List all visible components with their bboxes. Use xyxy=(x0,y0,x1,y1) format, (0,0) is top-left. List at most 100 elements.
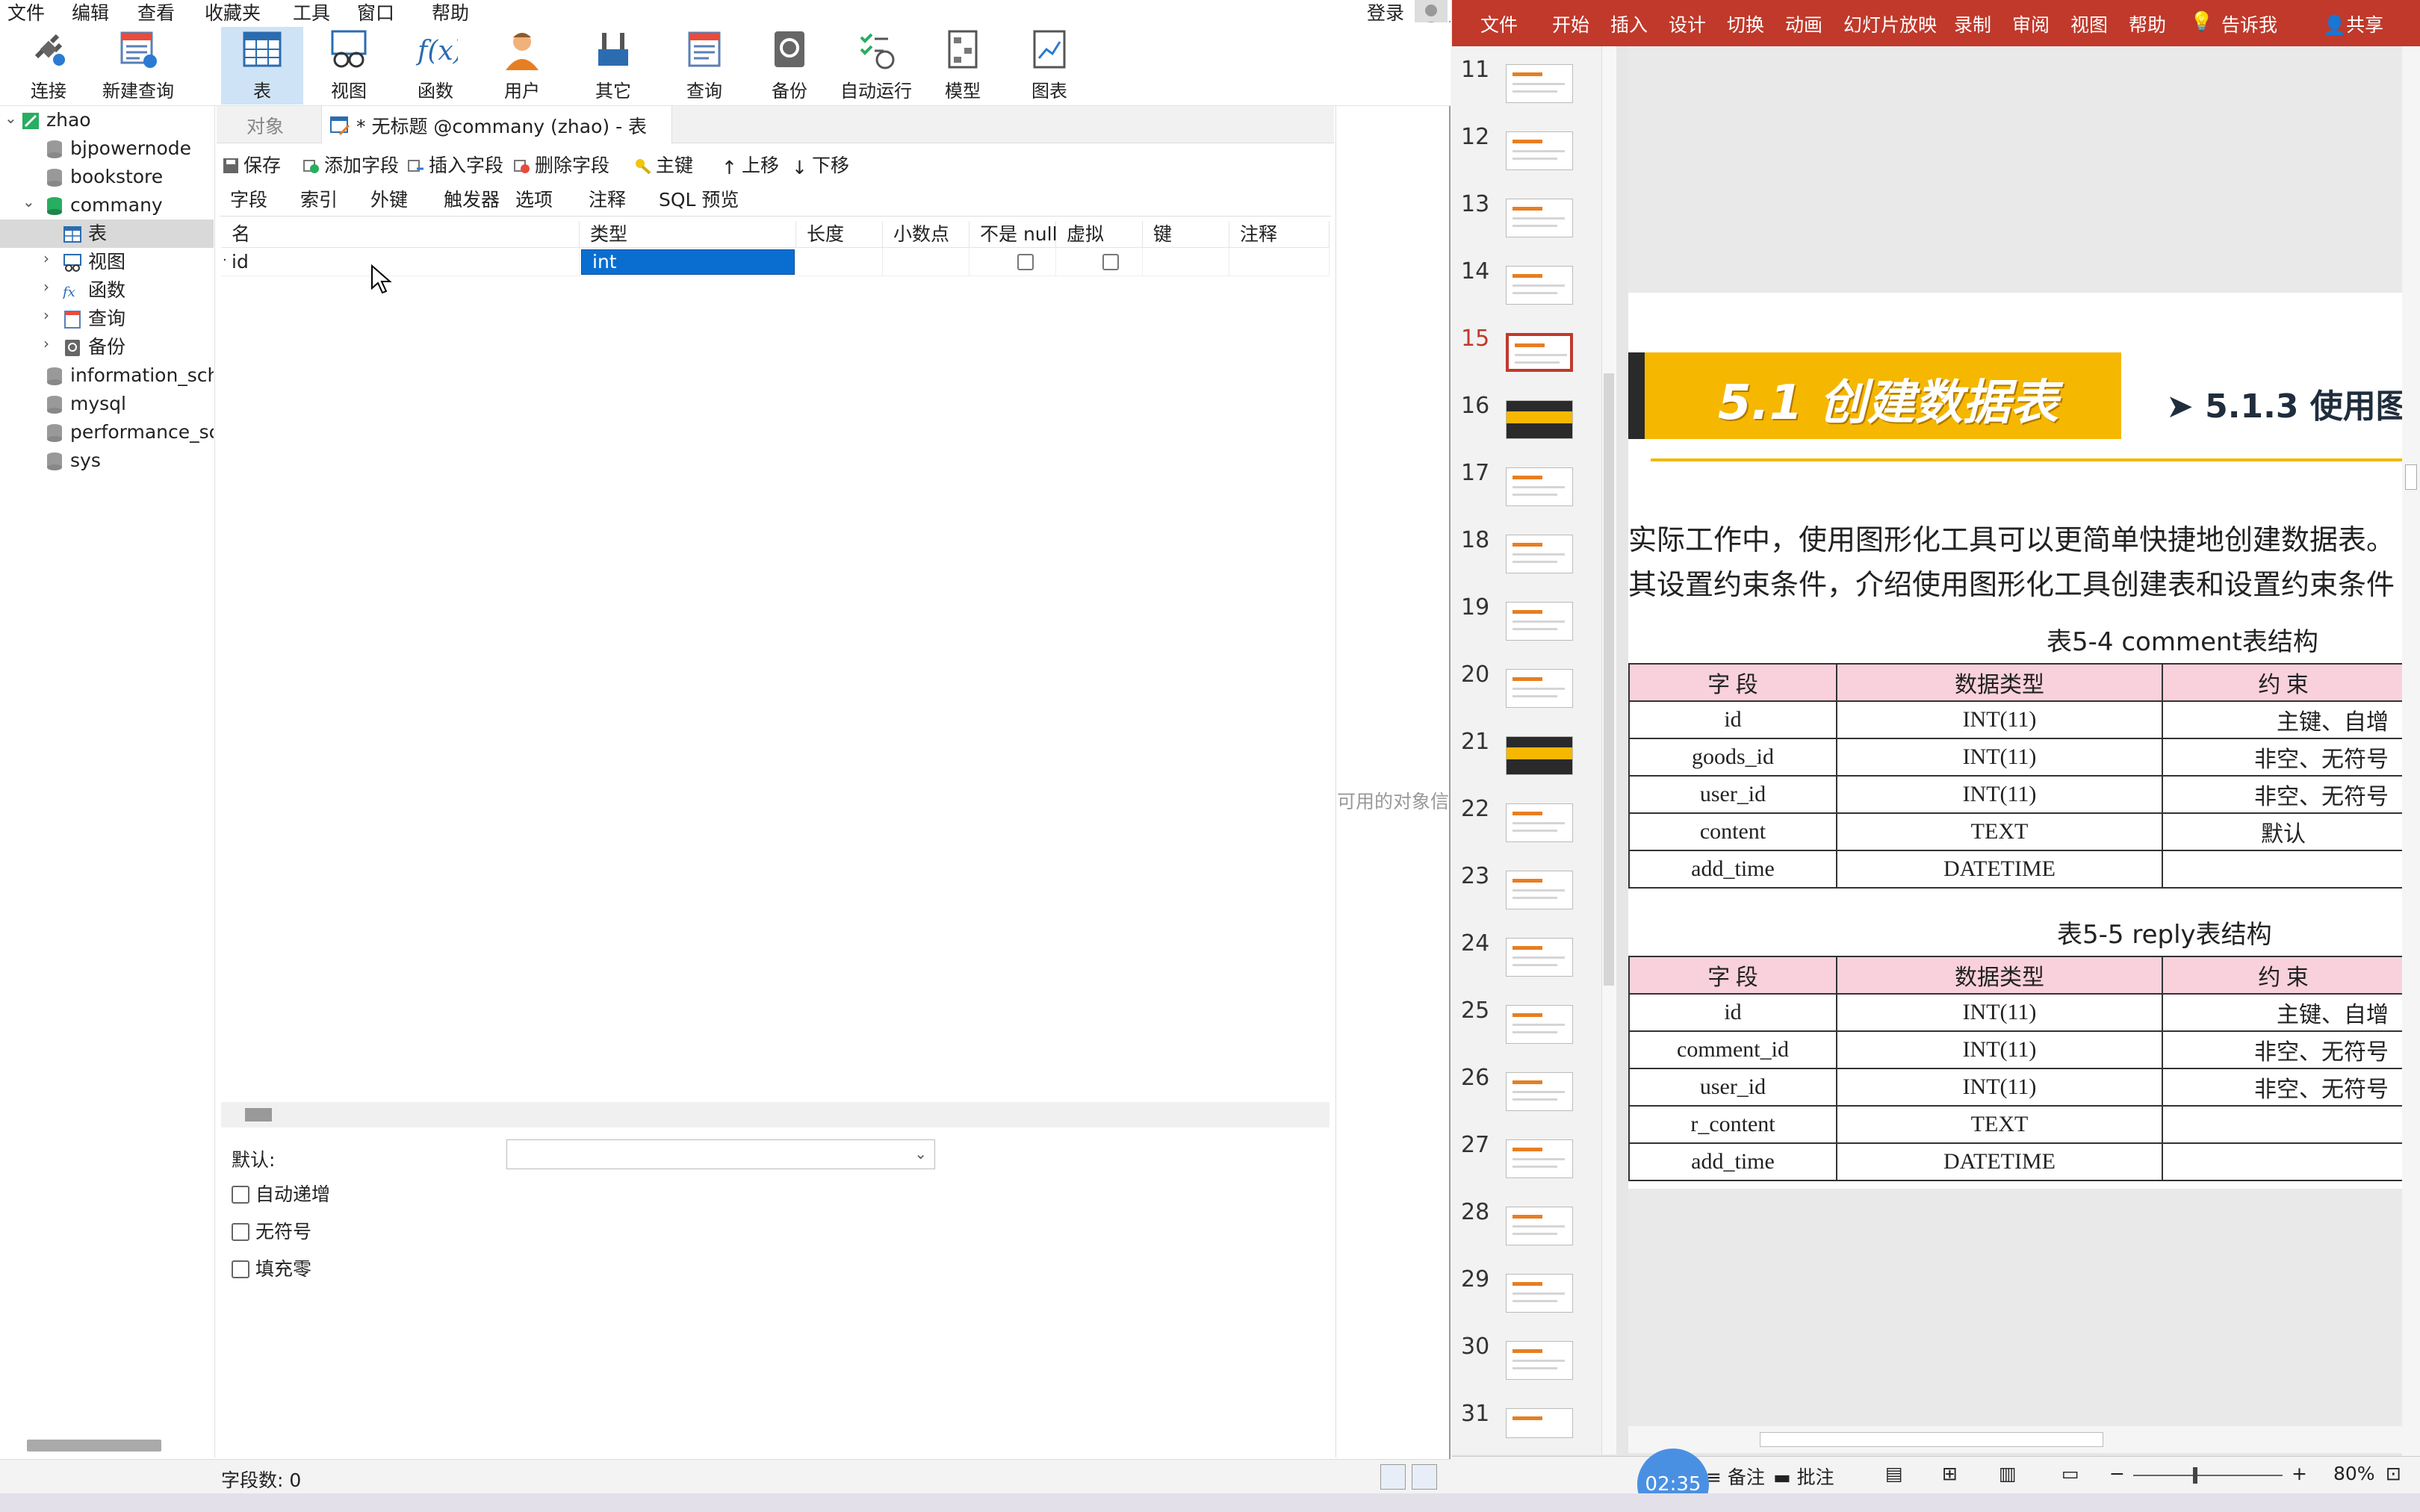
tree-db-bjpowernode[interactable]: bjpowernode xyxy=(45,134,209,163)
chevron-right-icon[interactable]: › xyxy=(43,249,49,267)
tab-options[interactable]: 选项 xyxy=(515,185,553,212)
auto-increment-checkbox[interactable] xyxy=(232,1186,249,1204)
table-button[interactable]: 表 xyxy=(221,27,303,105)
slide-thumbnail[interactable] xyxy=(1506,1341,1573,1380)
col-header-virtual[interactable]: 虚拟 xyxy=(1056,221,1143,248)
ribbon-home[interactable]: 开始 xyxy=(1552,10,1589,37)
slide-thumbnail[interactable] xyxy=(1506,1072,1573,1111)
menu-window[interactable]: 窗口 xyxy=(357,0,394,25)
ribbon-file[interactable]: 文件 xyxy=(1480,10,1518,37)
zoom-in-icon[interactable]: + xyxy=(2292,1463,2307,1484)
slide-thumbnail[interactable] xyxy=(1506,938,1573,977)
slide-thumbnail[interactable] xyxy=(1506,871,1573,909)
default-value-select[interactable]: ⌄ xyxy=(506,1139,935,1169)
col-header-key[interactable]: 键 xyxy=(1143,221,1229,248)
slide-thumbnail[interactable] xyxy=(1506,64,1573,103)
chevron-down-icon[interactable]: ⌄ xyxy=(4,109,17,127)
query-button[interactable]: 查询 xyxy=(663,27,745,105)
move-up-button[interactable]: ↑ 上移 xyxy=(722,151,779,178)
user-button[interactable]: 用户 xyxy=(481,27,563,105)
other-button[interactable]: 其它 xyxy=(572,27,654,105)
virtual-checkbox[interactable] xyxy=(1102,254,1119,270)
backup-button[interactable]: 备份 xyxy=(748,27,831,105)
ribbon-animations[interactable]: 动画 xyxy=(1785,10,1822,37)
view-button[interactable]: 视图 xyxy=(308,27,390,105)
col-header-type[interactable]: 类型 xyxy=(580,221,796,248)
tree-db-sys[interactable]: sys xyxy=(45,447,214,475)
tree-db-bookstore[interactable]: bookstore xyxy=(45,163,209,191)
tree-functions[interactable]: fx 函数 xyxy=(63,276,212,305)
zoom-slider-thumb[interactable] xyxy=(2193,1467,2197,1484)
login-link[interactable]: 登录 xyxy=(1367,0,1404,25)
not-null-checkbox[interactable] xyxy=(1017,254,1034,270)
menu-tools[interactable]: 工具 xyxy=(293,0,330,25)
primary-key-button[interactable]: 主键 xyxy=(635,151,693,178)
slide-thumbnail[interactable] xyxy=(1506,669,1573,708)
ribbon-record[interactable]: 录制 xyxy=(1954,10,1991,37)
scrollbar-thumb[interactable] xyxy=(1760,1432,2103,1447)
insert-field-button[interactable]: 插入字段 xyxy=(408,151,503,178)
ribbon-transitions[interactable]: 切换 xyxy=(1727,10,1764,37)
tree-views[interactable]: 视图 xyxy=(63,248,212,276)
menu-favorites[interactable]: 收藏夹 xyxy=(205,0,261,25)
tab-foreign-keys[interactable]: 外键 xyxy=(370,185,408,212)
slide-thumbnail[interactable] xyxy=(1506,1207,1573,1245)
field-key-cell[interactable] xyxy=(1143,248,1229,276)
comments-button[interactable]: ▬ 批注 xyxy=(1773,1463,1834,1490)
layout-left-icon[interactable] xyxy=(1380,1464,1406,1490)
unsigned-option[interactable]: 无符号 xyxy=(232,1217,311,1244)
slide-thumbnail[interactable] xyxy=(1506,1005,1573,1044)
grid-horizontal-scrollbar[interactable] xyxy=(221,1102,1330,1127)
slide-thumbnail[interactable] xyxy=(1506,266,1573,305)
unsigned-checkbox[interactable] xyxy=(232,1223,249,1241)
notes-button[interactable]: ≡ 备注 xyxy=(1706,1463,1765,1490)
add-field-button[interactable]: 添加字段 xyxy=(303,151,399,178)
zoom-slider[interactable] xyxy=(2133,1467,2283,1484)
zerofill-option[interactable]: 填充零 xyxy=(232,1254,311,1281)
tab-comment[interactable]: 注释 xyxy=(589,185,626,212)
chevron-down-icon[interactable]: ⌄ xyxy=(22,193,35,211)
tab-untitled-table[interactable]: * 无标题 @commany (zhao) - 表 xyxy=(321,106,672,143)
tab-indexes[interactable]: 索引 xyxy=(300,185,338,212)
tree-connection-zhao[interactable]: zhao xyxy=(21,106,208,134)
move-down-button[interactable]: ↓ 下移 xyxy=(792,151,849,178)
model-button[interactable]: 模型 xyxy=(922,27,1004,105)
slide-thumbnail[interactable] xyxy=(1506,535,1573,573)
ribbon-design[interactable]: 设计 xyxy=(1669,10,1706,37)
slide-vertical-scrollbar[interactable] xyxy=(2402,46,2420,1457)
ribbon-help[interactable]: 帮助 xyxy=(2129,10,2166,37)
slide-thumbnail[interactable] xyxy=(1506,467,1573,506)
chevron-right-icon[interactable]: › xyxy=(43,278,49,296)
zoom-level[interactable]: 80% xyxy=(2333,1463,2375,1484)
share-button[interactable]: 👤共享 xyxy=(2323,10,2383,37)
tree-db-commany[interactable]: commany xyxy=(45,191,209,220)
field-decimals-cell[interactable] xyxy=(883,248,969,276)
tree-db-mysql[interactable]: mysql xyxy=(45,390,214,418)
reading-view-icon[interactable]: ▥ xyxy=(1999,1463,2017,1484)
chevron-right-icon[interactable]: › xyxy=(43,306,49,324)
new-query-button[interactable]: 新建查询 xyxy=(97,27,179,105)
tab-sql-preview[interactable]: SQL 预览 xyxy=(659,185,739,212)
tab-triggers[interactable]: 触发器 xyxy=(444,185,500,212)
slide-thumbnail[interactable] xyxy=(1506,1274,1573,1313)
zoom-out-icon[interactable]: − xyxy=(2109,1463,2125,1484)
slide-thumbnail[interactable] xyxy=(1506,602,1573,641)
menu-file[interactable]: 文件 xyxy=(7,0,45,25)
slide-thumbnail[interactable] xyxy=(1506,1139,1573,1178)
slide-thumbnail-current[interactable] xyxy=(1506,333,1573,372)
field-length-cell[interactable] xyxy=(796,248,883,276)
scrollbar-thumb[interactable] xyxy=(2405,464,2417,490)
scrollbar-thumb[interactable] xyxy=(1604,373,1614,986)
tell-me-search[interactable]: 告诉我 xyxy=(2221,10,2277,37)
col-header-not-null[interactable]: 不是 null xyxy=(969,221,1058,248)
layout-right-icon[interactable] xyxy=(1412,1464,1437,1490)
scrollbar-thumb[interactable] xyxy=(245,1108,272,1121)
fit-slide-icon[interactable]: ⊡ xyxy=(2386,1463,2401,1484)
tree-backups[interactable]: 备份 xyxy=(63,333,212,361)
tree-db-information-schema[interactable]: information_sche xyxy=(45,361,214,390)
tree-queries[interactable]: 查询 xyxy=(63,305,212,333)
chevron-right-icon[interactable]: › xyxy=(43,335,49,352)
col-header-length[interactable]: 长度 xyxy=(796,221,883,248)
ribbon-slideshow[interactable]: 幻灯片放映 xyxy=(1843,10,1937,37)
ribbon-insert[interactable]: 插入 xyxy=(1610,10,1648,37)
